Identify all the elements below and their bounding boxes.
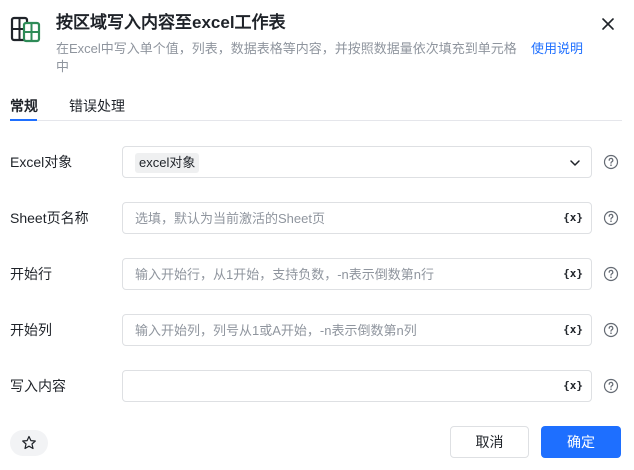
star-icon — [22, 435, 36, 450]
help-circle-icon[interactable] — [603, 378, 619, 394]
field-label: Excel对象 — [10, 154, 73, 170]
tab-error-handling[interactable]: 错误处理 — [69, 96, 125, 116]
help-circle-icon[interactable] — [603, 154, 619, 170]
field-row-sheet-name: Sheet页名称 选填，默认为当前激活的Sheet页 {x} — [0, 202, 634, 234]
selected-value-tag: excel对象 — [135, 153, 200, 173]
favorite-button[interactable] — [10, 430, 48, 456]
active-tab-indicator — [10, 119, 37, 121]
variable-insert-button[interactable]: {x} — [563, 379, 583, 393]
dialog-description: 在Excel中写入单个值，列表，数据表格等内容，并按照数据量依次填充到单元格中 — [56, 41, 517, 74]
help-circle-icon[interactable] — [603, 210, 619, 226]
write-content-input[interactable]: {x} — [122, 370, 592, 402]
variable-insert-button[interactable]: {x} — [563, 267, 583, 281]
cancel-button[interactable]: 取消 — [450, 426, 529, 458]
field-label: 开始行 — [10, 266, 52, 282]
sheet-name-input[interactable]: 选填，默认为当前激活的Sheet页 {x} — [122, 202, 592, 234]
chevron-down-icon — [570, 160, 580, 166]
field-label: 开始列 — [10, 322, 52, 338]
start-row-input[interactable]: 输入开始行，从1开始，支持负数，-n表示倒数第n行 {x} — [122, 258, 592, 290]
close-icon[interactable] — [598, 14, 618, 34]
dialog-title: 按区域写入内容至excel工作表 — [56, 13, 286, 32]
field-placeholder: 输入开始列，列号从1或A开始，-n表示倒数第n列 — [135, 323, 417, 338]
dialog-footer: 取消 确定 — [0, 420, 634, 470]
confirm-button[interactable]: 确定 — [541, 426, 621, 458]
start-column-input[interactable]: 输入开始列，列号从1或A开始，-n表示倒数第n列 {x} — [122, 314, 592, 346]
help-link[interactable]: 使用说明 — [531, 40, 583, 58]
excel-grid-icon — [10, 14, 42, 46]
field-row-excel-object: Excel对象 excel对象 — [0, 146, 634, 178]
tab-general[interactable]: 常规 — [10, 96, 38, 116]
field-row-write-content: 写入内容 {x} — [0, 370, 634, 402]
excel-object-select[interactable]: excel对象 — [122, 146, 592, 178]
variable-insert-button[interactable]: {x} — [563, 323, 583, 337]
help-circle-icon[interactable] — [603, 322, 619, 338]
field-placeholder: 选填，默认为当前激活的Sheet页 — [135, 211, 325, 226]
field-row-start-column: 开始列 输入开始列，列号从1或A开始，-n表示倒数第n列 {x} — [0, 314, 634, 346]
variable-insert-button[interactable]: {x} — [563, 211, 583, 225]
field-label: 写入内容 — [10, 378, 66, 394]
help-circle-icon[interactable] — [603, 266, 619, 282]
field-row-start-row: 开始行 输入开始行，从1开始，支持负数，-n表示倒数第n行 {x} — [0, 258, 634, 290]
tab-bar: 常规 错误处理 — [0, 92, 634, 122]
tab-divider — [10, 120, 622, 121]
field-label: Sheet页名称 — [10, 210, 89, 226]
dialog-header: 按区域写入内容至excel工作表 在Excel中写入单个值，列表，数据表格等内容… — [0, 0, 634, 90]
field-placeholder: 输入开始行，从1开始，支持负数，-n表示倒数第n行 — [135, 267, 435, 282]
